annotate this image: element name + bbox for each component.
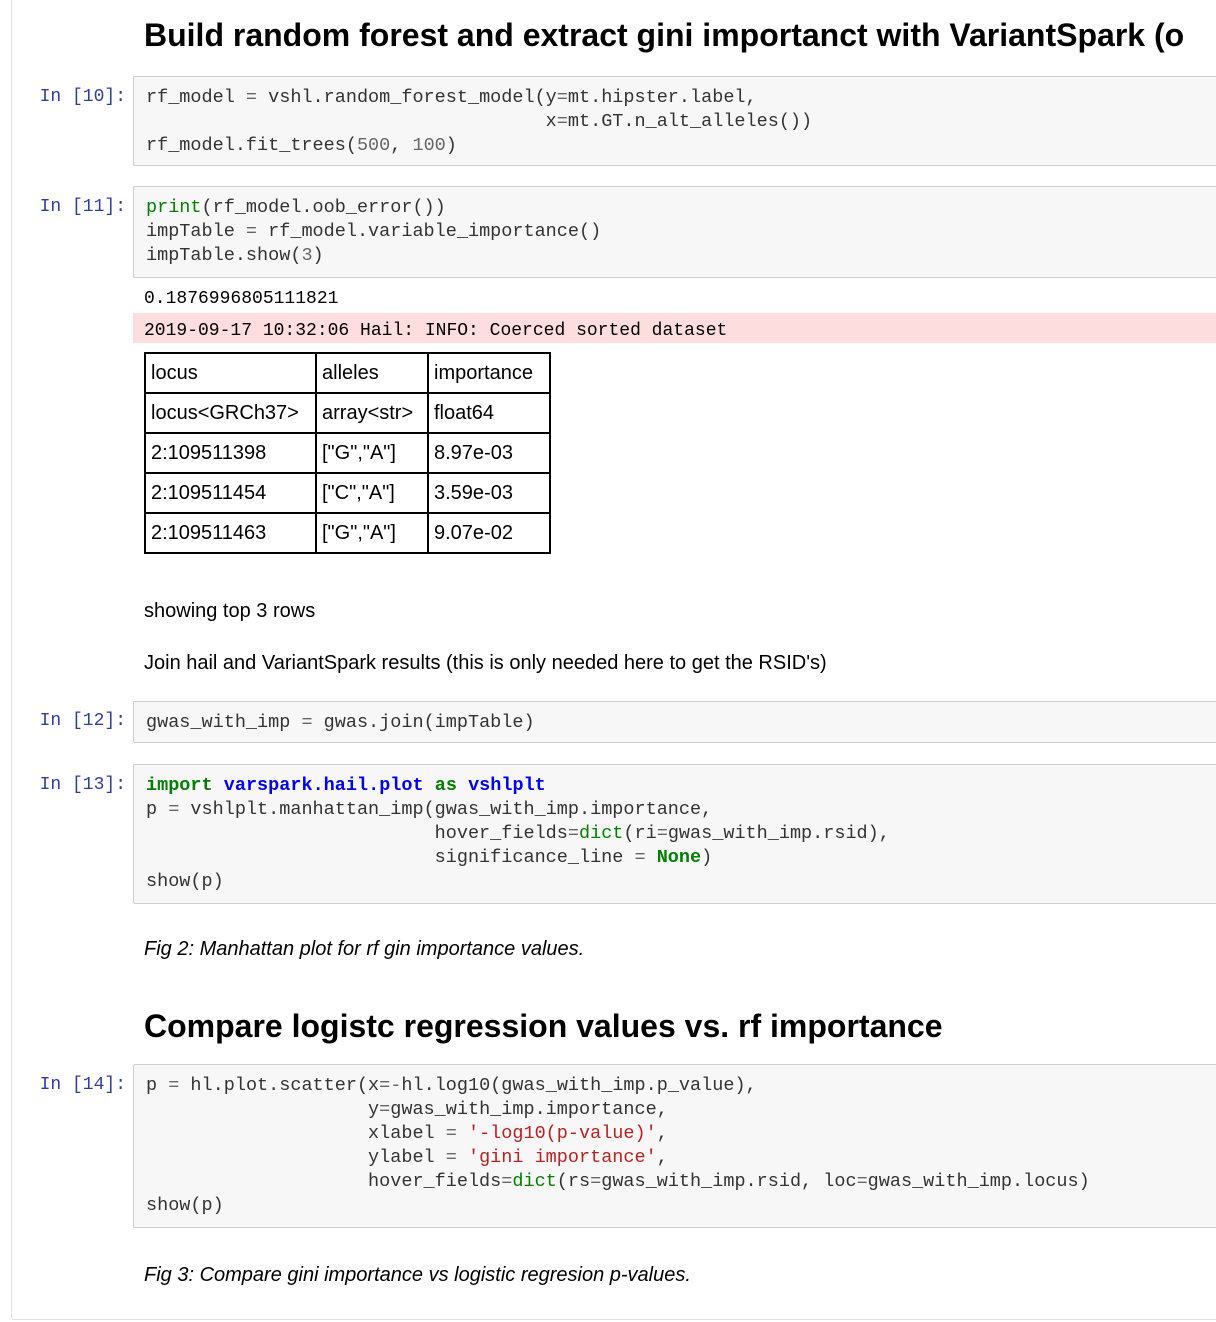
table-row: 2:109511454 ["C","A"] 3.59e-03 [144, 472, 551, 514]
table-header-cell: alleles [315, 352, 429, 394]
code-cell-14[interactable]: p = hl.plot.scatter(x=-hl.log10(gwas_wit… [133, 1064, 1216, 1228]
code-cell-10-source: rf_model = vshl.random_forest_model(y=mt… [146, 86, 812, 158]
code-line: gwas_with_imp = gwas.join(impTable) [146, 712, 535, 733]
cell-prompt-14: In [14]: [39, 1075, 126, 1095]
code-cell-13[interactable]: import varspark.hail.plot as vshlplt p =… [133, 764, 1216, 904]
code-cell-12-source: gwas_with_imp = gwas.join(impTable) [146, 711, 535, 735]
cell-prompt-13: In [13]: [39, 775, 126, 795]
table-cell: 9.07e-02 [427, 512, 551, 554]
table-cell: ["G","A"] [315, 432, 429, 474]
table-cell: float64 [427, 392, 551, 434]
code-line: x=mt.GT.n_alt_alleles()) [146, 111, 813, 132]
hail-log-line: 2019-09-17 10:32:06 Hail: INFO: Coerced … [144, 321, 728, 341]
code-line: p = vshlplt.manhattan_imp(gwas_with_imp.… [146, 799, 713, 820]
code-line: p = hl.plot.scatter(x=-hl.log10(gwas_wit… [146, 1075, 757, 1096]
fig3-caption: Fig 3: Compare gini importance vs logist… [144, 1264, 691, 1286]
code-line: rf_model = vshl.random_forest_model(y=mt… [146, 87, 757, 108]
code-line: xlabel = '-log10(p-value)', [146, 1123, 668, 1144]
table-cell: 2:109511398 [144, 432, 317, 474]
section-heading-random-forest: Build random forest and extract gini imp… [144, 17, 1185, 53]
section-heading-compare: Compare logistc regression values vs. rf… [144, 1008, 943, 1044]
table-cell: 8.97e-03 [427, 432, 551, 474]
code-line: impTable.show(3) [146, 245, 324, 266]
table-cell: 2:109511463 [144, 512, 317, 554]
oob-error-output: 0.1876996805111821 [144, 289, 339, 309]
cell-prompt-11: In [11]: [39, 197, 126, 217]
code-line: show(p) [146, 1195, 224, 1216]
code-line: impTable = rf_model.variable_importance(… [146, 221, 602, 242]
code-cell-10[interactable]: rf_model = vshl.random_forest_model(y=mt… [133, 76, 1216, 166]
table-cell: 3.59e-03 [427, 472, 551, 514]
code-line: significance_line = None) [146, 847, 713, 868]
code-cell-11-source: print(rf_model.oob_error()) impTable = r… [146, 196, 601, 268]
code-line: import varspark.hail.plot as vshlplt [146, 775, 546, 796]
table-cell: array<str> [315, 392, 429, 434]
code-cell-11[interactable]: print(rf_model.oob_error()) impTable = r… [133, 186, 1216, 278]
code-line: print(rf_model.oob_error()) [146, 197, 446, 218]
fig2-caption: Fig 2: Manhattan plot for rf gin importa… [144, 938, 585, 960]
cell-prompt-12: In [12]: [39, 711, 126, 731]
code-line: y=gwas_with_imp.importance, [146, 1099, 668, 1120]
markdown-join-text: Join hail and VariantSpark results (this… [144, 652, 827, 674]
code-cell-13-source: import varspark.hail.plot as vshlplt p =… [146, 774, 890, 894]
cell-prompt-10: In [10]: [39, 87, 126, 107]
table-footer-text: showing top 3 rows [144, 600, 316, 622]
table-header-cell: importance [427, 352, 551, 394]
code-line: hover_fields=dict(rs=gwas_with_imp.rsid,… [146, 1171, 1090, 1192]
importance-table: locus alleles importance locus<GRCh37> a… [144, 352, 551, 554]
table-cell: ["G","A"] [315, 512, 429, 554]
table-cell: 2:109511454 [144, 472, 317, 514]
code-line: rf_model.fit_trees(500, 100) [146, 135, 457, 156]
code-cell-14-source: p = hl.plot.scatter(x=-hl.log10(gwas_wit… [146, 1074, 1090, 1218]
table-cell: ["C","A"] [315, 472, 429, 514]
table-row: 2:109511398 ["G","A"] 8.97e-03 [144, 432, 551, 474]
table-row: 2:109511463 ["G","A"] 9.07e-02 [144, 512, 551, 554]
code-cell-12[interactable]: gwas_with_imp = gwas.join(impTable) [133, 701, 1216, 743]
table-header-cell: locus [144, 352, 317, 394]
code-line: hover_fields=dict(ri=gwas_with_imp.rsid)… [146, 823, 890, 844]
table-type-row: locus<GRCh37> array<str> float64 [144, 392, 551, 434]
code-line: show(p) [146, 871, 224, 892]
table-header-row: locus alleles importance [144, 352, 551, 394]
table-cell: locus<GRCh37> [144, 392, 317, 434]
code-line: ylabel = 'gini importance', [146, 1147, 668, 1168]
